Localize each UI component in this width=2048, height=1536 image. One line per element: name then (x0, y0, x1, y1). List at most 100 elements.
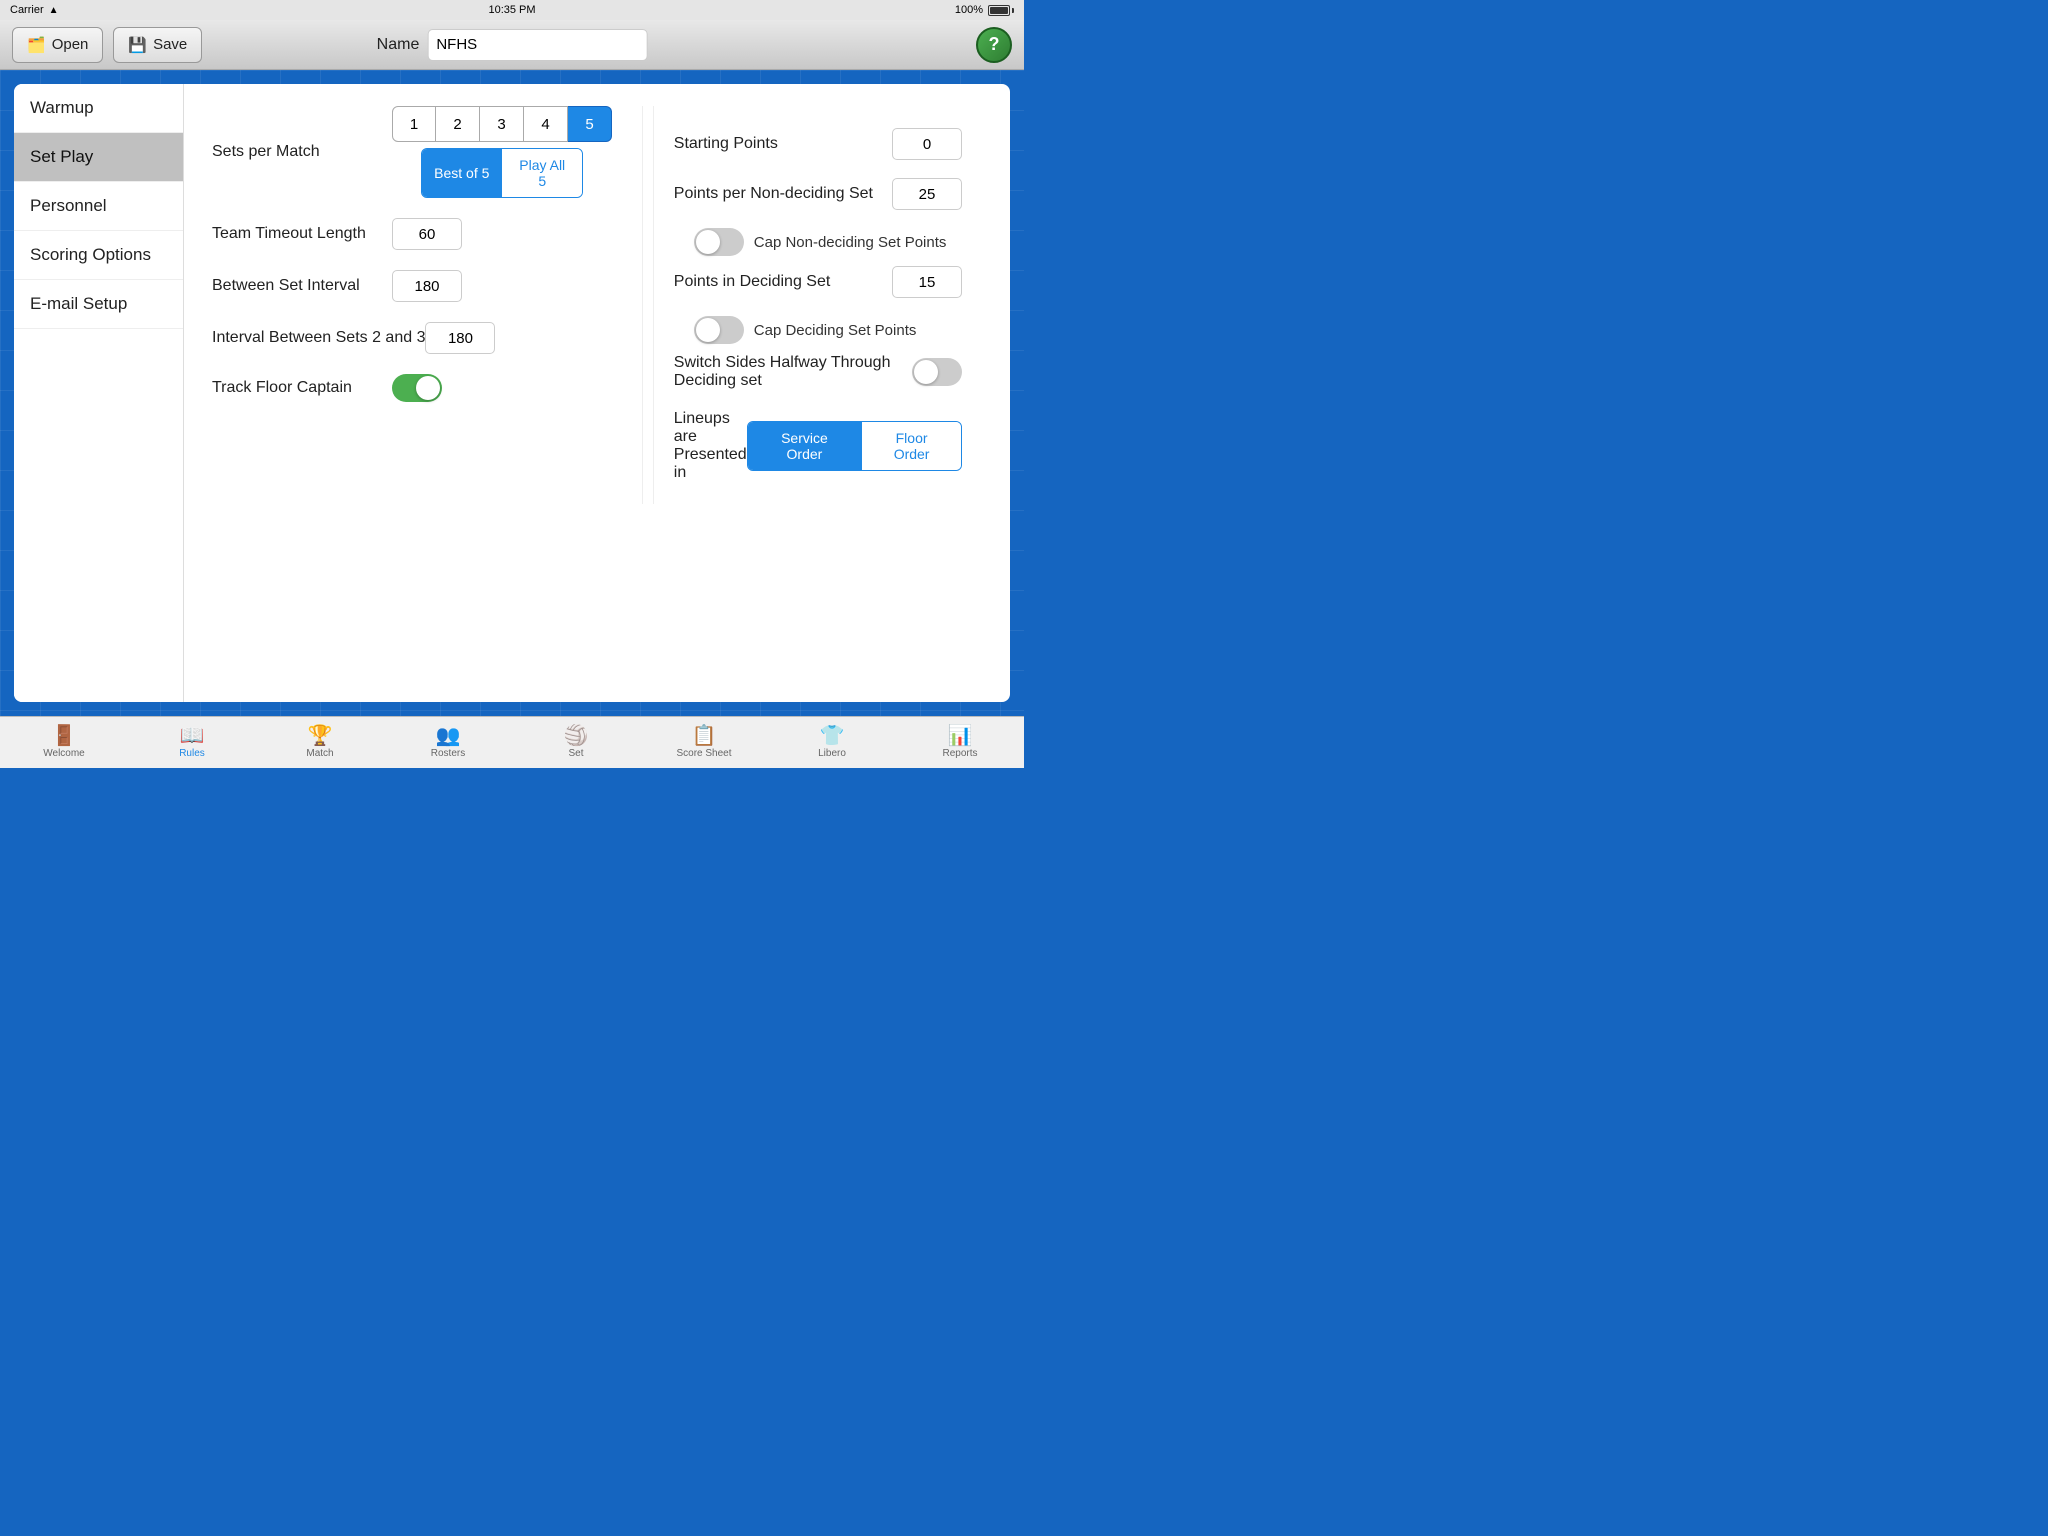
switch-sides-label: Switch Sides Halfway Through Deciding se… (674, 354, 912, 390)
set-btn-2[interactable]: 2 (436, 106, 480, 142)
content-panel: Warmup Set Play Personnel Scoring Option… (14, 84, 1010, 702)
two-col-layout: Sets per Match 1 2 3 4 5 Be (212, 106, 982, 504)
settings-area: Sets per Match 1 2 3 4 5 Be (184, 84, 1010, 702)
set-btn-4[interactable]: 4 (524, 106, 568, 142)
save-button[interactable]: 💾 Save (113, 27, 202, 63)
cap-non-deciding-row: Cap Non-deciding Set Points (674, 228, 962, 256)
sets-buttons-group: 1 2 3 4 5 Best of 5 (392, 106, 612, 198)
score-sheet-icon: 📋 (692, 726, 717, 746)
sidebar-item-warmup[interactable]: Warmup (14, 84, 183, 133)
sidebar-item-set-play[interactable]: Set Play (14, 133, 183, 182)
play-all-button[interactable]: Play All 5 (502, 149, 582, 197)
best-of-button[interactable]: Best of 5 (422, 149, 502, 197)
battery-percent: 100% (955, 4, 983, 16)
starting-points-row: Starting Points (674, 128, 962, 160)
team-timeout-label: Team Timeout Length (212, 225, 392, 243)
set-btn-3[interactable]: 3 (480, 106, 524, 142)
cap-deciding-toggle[interactable] (694, 316, 744, 344)
track-floor-label: Track Floor Captain (212, 379, 392, 397)
name-input[interactable] (427, 29, 647, 61)
cap-non-deciding-label: Cap Non-deciding Set Points (754, 234, 962, 251)
deciding-label: Points in Deciding Set (674, 273, 892, 291)
set-btn-5[interactable]: 5 (568, 106, 612, 142)
sidebar-item-personnel[interactable]: Personnel (14, 182, 183, 231)
help-icon: ? (989, 34, 1000, 55)
match-icon: 🏆 (308, 726, 333, 746)
status-bar: Carrier ▲ 10:35 PM 100% (0, 0, 1024, 20)
between-set-input[interactable] (392, 270, 462, 302)
tab-set[interactable]: 🏐 Set (512, 717, 640, 768)
tab-bar: 🚪 Welcome 📖 Rules 🏆 Match 👥 Rosters 🏐 Se… (0, 716, 1024, 768)
status-left: Carrier ▲ (10, 4, 59, 16)
name-field-label: Name (377, 36, 420, 54)
track-floor-row: Track Floor Captain (212, 374, 612, 402)
toolbar: 🗂️ Open 💾 Save Name ? (0, 20, 1024, 70)
tab-score-sheet-label: Score Sheet (676, 748, 731, 759)
open-label: Open (52, 36, 89, 53)
tab-set-label: Set (568, 748, 583, 759)
save-label: Save (153, 36, 187, 53)
service-order-button[interactable]: Service Order (748, 422, 861, 470)
interval-23-input[interactable] (425, 322, 495, 354)
tab-libero-label: Libero (818, 748, 846, 759)
status-time: 10:35 PM (488, 4, 535, 16)
tab-welcome-label: Welcome (43, 748, 85, 759)
tab-reports[interactable]: 📊 Reports (896, 717, 1024, 768)
play-mode-row: Best of 5 Play All 5 (421, 148, 584, 198)
sidebar: Warmup Set Play Personnel Scoring Option… (14, 84, 184, 702)
lineups-row: Lineups are Presented in Service Order F… (674, 410, 962, 482)
switch-sides-thumb (914, 360, 938, 384)
tab-rosters[interactable]: 👥 Rosters (384, 717, 512, 768)
open-icon: 🗂️ (27, 36, 46, 54)
team-timeout-input[interactable] (392, 218, 462, 250)
switch-sides-toggle[interactable] (912, 358, 962, 386)
name-area: Name (377, 29, 648, 61)
cap-non-deciding-thumb (696, 230, 720, 254)
welcome-icon: 🚪 (52, 726, 77, 746)
battery-icon (988, 5, 1014, 16)
starting-points-label: Starting Points (674, 135, 892, 153)
track-floor-toggle[interactable] (392, 374, 442, 402)
vertical-divider (642, 106, 643, 504)
cap-deciding-row: Cap Deciding Set Points (674, 316, 962, 344)
sidebar-item-email-setup[interactable]: E-mail Setup (14, 280, 183, 329)
libero-icon: 👕 (820, 726, 845, 746)
set-btn-1[interactable]: 1 (392, 106, 436, 142)
between-set-row: Between Set Interval (212, 270, 612, 302)
tab-match[interactable]: 🏆 Match (256, 717, 384, 768)
toggle-thumb (416, 376, 440, 400)
help-button[interactable]: ? (976, 27, 1012, 63)
rules-icon: 📖 (180, 726, 205, 746)
non-deciding-label: Points per Non-deciding Set (674, 185, 892, 203)
left-settings: Sets per Match 1 2 3 4 5 Be (212, 106, 632, 504)
sets-per-match-row: Sets per Match 1 2 3 4 5 Be (212, 106, 612, 198)
interval-23-row: Interval Between Sets 2 and 3 (212, 322, 612, 354)
open-button[interactable]: 🗂️ Open (12, 27, 103, 63)
tab-match-label: Match (306, 748, 333, 759)
tab-rules-label: Rules (179, 748, 205, 759)
right-col: Starting Points Points per Non-deciding … (653, 106, 982, 504)
interval-23-label: Interval Between Sets 2 and 3 (212, 329, 425, 347)
main-background: Warmup Set Play Personnel Scoring Option… (0, 70, 1024, 716)
status-right: 100% (955, 4, 1014, 16)
starting-points-input[interactable] (892, 128, 962, 160)
deciding-row: Points in Deciding Set (674, 266, 962, 298)
tab-rosters-label: Rosters (431, 748, 465, 759)
non-deciding-input[interactable] (892, 178, 962, 210)
set-number-row: 1 2 3 4 5 (392, 106, 612, 142)
tab-libero[interactable]: 👕 Libero (768, 717, 896, 768)
sidebar-item-scoring-options[interactable]: Scoring Options (14, 231, 183, 280)
cap-deciding-thumb (696, 318, 720, 342)
tab-rules[interactable]: 📖 Rules (128, 717, 256, 768)
cap-deciding-label: Cap Deciding Set Points (754, 322, 962, 339)
deciding-input[interactable] (892, 266, 962, 298)
floor-order-button[interactable]: Floor Order (861, 422, 961, 470)
save-icon: 💾 (128, 36, 147, 54)
lineups-label: Lineups are Presented in (674, 410, 747, 482)
between-set-label: Between Set Interval (212, 277, 392, 295)
tab-score-sheet[interactable]: 📋 Score Sheet (640, 717, 768, 768)
cap-non-deciding-toggle[interactable] (694, 228, 744, 256)
tab-welcome[interactable]: 🚪 Welcome (0, 717, 128, 768)
set-icon: 🏐 (564, 726, 589, 746)
team-timeout-row: Team Timeout Length (212, 218, 612, 250)
